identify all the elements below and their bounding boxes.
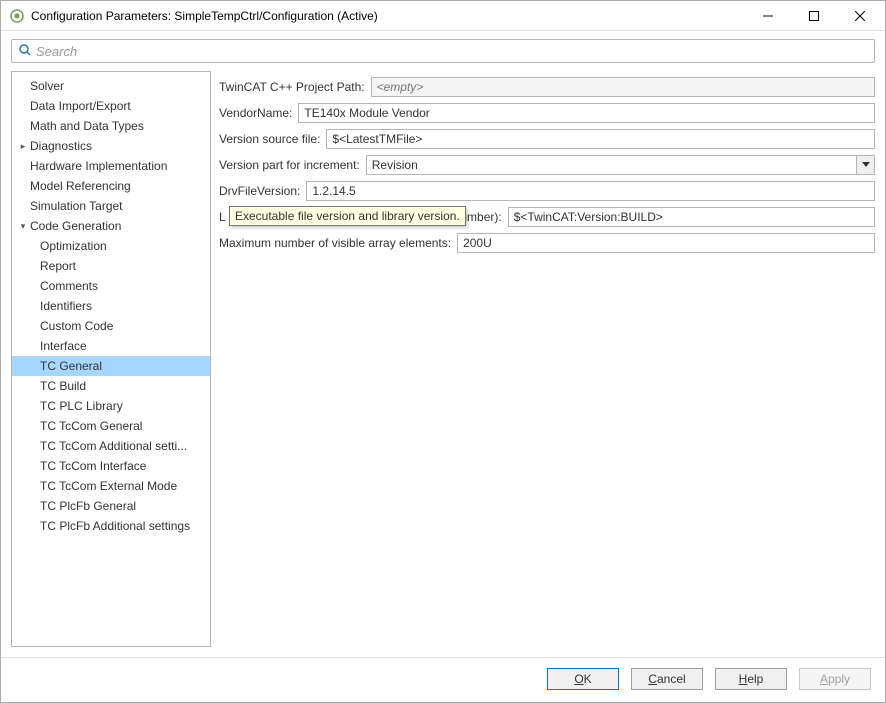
input-load-repl[interactable] xyxy=(508,207,875,227)
sidebar-item-comments[interactable]: Comments xyxy=(12,276,210,296)
footer-buttons: OK Cancel Help Apply xyxy=(1,657,885,702)
sidebar-item-solver[interactable]: Solver xyxy=(12,76,210,96)
sidebar-item-label: TC PlcFb Additional settings xyxy=(40,519,190,533)
label-version-source: Version source file: xyxy=(219,132,320,146)
sidebar-item-report[interactable]: Report xyxy=(12,256,210,276)
sidebar-item-diagnostics[interactable]: ▸Diagnostics xyxy=(12,136,210,156)
sidebar-item-label: Custom Code xyxy=(40,319,113,333)
row-max-visible: Maximum number of visible array elements… xyxy=(219,233,875,253)
sidebar-item-label: TC TcCom Interface xyxy=(40,459,146,473)
row-version-part: Version part for increment: Revision xyxy=(219,155,875,175)
label-load-repl-prefix: L xyxy=(219,210,226,224)
sidebar-item-tc-plcfb-general[interactable]: TC PlcFb General xyxy=(12,496,210,516)
sidebar-item-data-import-export[interactable]: Data Import/Export xyxy=(12,96,210,116)
row-vendor-name: VendorName: xyxy=(219,103,875,123)
tooltip-drv-file-version: Executable file version and library vers… xyxy=(229,206,466,226)
sidebar-item-label: TC TcCom Additional setti... xyxy=(40,439,187,453)
sidebar-item-label: Optimization xyxy=(40,239,107,253)
sidebar-item-label: Identifiers xyxy=(40,299,92,313)
sidebar-item-tc-tccom-general[interactable]: TC TcCom General xyxy=(12,416,210,436)
tree-caret-icon[interactable]: ▾ xyxy=(18,221,28,232)
sidebar-item-label: TC PLC Library xyxy=(40,399,123,413)
sidebar-tree[interactable]: Solver Data Import/Export Math and Data Ty… xyxy=(11,71,211,647)
combo-version-part[interactable]: Revision xyxy=(366,155,875,175)
sidebar-item-optimization[interactable]: Optimization xyxy=(12,236,210,256)
maximize-button[interactable] xyxy=(791,1,837,31)
input-max-visible[interactable] xyxy=(457,233,875,253)
sidebar-item-label: Data Import/Export xyxy=(30,99,131,113)
sidebar-item-label: TC TcCom General xyxy=(40,419,142,433)
sidebar-item-tc-plc-library[interactable]: TC PLC Library xyxy=(12,396,210,416)
help-button[interactable]: Help xyxy=(715,668,787,690)
combo-version-part-button[interactable] xyxy=(856,156,874,174)
label-drv-file-version: DrvFileVersion: xyxy=(219,184,300,198)
sidebar-item-identifiers[interactable]: Identifiers xyxy=(12,296,210,316)
app-icon xyxy=(9,8,25,24)
sidebar-item-tc-tccom-additional-setti[interactable]: TC TcCom Additional setti... xyxy=(12,436,210,456)
input-version-source[interactable] xyxy=(326,129,875,149)
ok-button[interactable]: OK xyxy=(547,668,619,690)
input-project-path xyxy=(371,77,875,97)
form-panel: TwinCAT C++ Project Path: VendorName: Ve… xyxy=(219,71,875,647)
main-content: Solver Data Import/Export Math and Data Ty… xyxy=(1,71,885,657)
sidebar-item-hardware-implementation[interactable]: Hardware Implementation xyxy=(12,156,210,176)
search-box[interactable] xyxy=(11,39,875,63)
apply-button: Apply xyxy=(799,668,871,690)
label-max-visible: Maximum number of visible array elements… xyxy=(219,236,451,250)
label-vendor-name: VendorName: xyxy=(219,106,292,120)
search-icon xyxy=(18,43,32,60)
sidebar-item-label: Hardware Implementation xyxy=(30,159,167,173)
row-version-source: Version source file: xyxy=(219,129,875,149)
search-bar xyxy=(1,31,885,71)
row-drv-file-version: DrvFileVersion: xyxy=(219,181,875,201)
input-vendor-name[interactable] xyxy=(298,103,875,123)
sidebar-item-label: Math and Data Types xyxy=(30,119,144,133)
sidebar-item-tc-tccom-interface[interactable]: TC TcCom Interface xyxy=(12,456,210,476)
sidebar-item-label: Simulation Target xyxy=(30,199,123,213)
label-version-part: Version part for increment: xyxy=(219,158,360,172)
sidebar-item-label: TC PlcFb General xyxy=(40,499,136,513)
search-input[interactable] xyxy=(36,44,868,59)
sidebar-item-label: TC Build xyxy=(40,379,86,393)
sidebar-item-label: TC General xyxy=(40,359,102,373)
sidebar-item-simulation-target[interactable]: Simulation Target xyxy=(12,196,210,216)
sidebar-item-tc-general[interactable]: TC General xyxy=(12,356,210,376)
combo-version-part-value: Revision xyxy=(367,158,856,172)
sidebar-item-tc-build[interactable]: TC Build xyxy=(12,376,210,396)
sidebar-item-interface[interactable]: Interface xyxy=(12,336,210,356)
sidebar-item-label: TC TcCom External Mode xyxy=(40,479,177,493)
sidebar-item-label: Solver xyxy=(30,79,64,93)
window-title: Configuration Parameters: SimpleTempCtrl… xyxy=(31,9,745,23)
sidebar-item-label: Code Generation xyxy=(30,219,121,233)
label-project-path: TwinCAT C++ Project Path: xyxy=(219,80,365,94)
input-drv-file-version[interactable] xyxy=(306,181,875,201)
row-load-repl: L Executable file version and library ve… xyxy=(219,207,875,227)
sidebar-item-label: Model Referencing xyxy=(30,179,131,193)
sidebar-item-code-generation[interactable]: ▾Code Generation xyxy=(12,216,210,236)
sidebar-item-tc-tccom-external-mode[interactable]: TC TcCom External Mode xyxy=(12,476,210,496)
sidebar-item-label: Interface xyxy=(40,339,87,353)
sidebar-item-math-and-data-types[interactable]: Math and Data Types xyxy=(12,116,210,136)
sidebar-item-tc-plcfb-additional-settings[interactable]: TC PlcFb Additional settings xyxy=(12,516,210,536)
cancel-button[interactable]: Cancel xyxy=(631,668,703,690)
sidebar-item-label: Diagnostics xyxy=(30,139,92,153)
minimize-button[interactable] xyxy=(745,1,791,31)
sidebar-item-label: Report xyxy=(40,259,76,273)
window-controls xyxy=(745,1,883,30)
sidebar-item-model-referencing[interactable]: Model Referencing xyxy=(12,176,210,196)
tree-caret-icon[interactable]: ▸ xyxy=(18,141,28,152)
row-project-path: TwinCAT C++ Project Path: xyxy=(219,77,875,97)
titlebar: Configuration Parameters: SimpleTempCtrl… xyxy=(1,1,885,31)
close-button[interactable] xyxy=(837,1,883,31)
sidebar-item-custom-code[interactable]: Custom Code xyxy=(12,316,210,336)
sidebar-item-label: Comments xyxy=(40,279,98,293)
